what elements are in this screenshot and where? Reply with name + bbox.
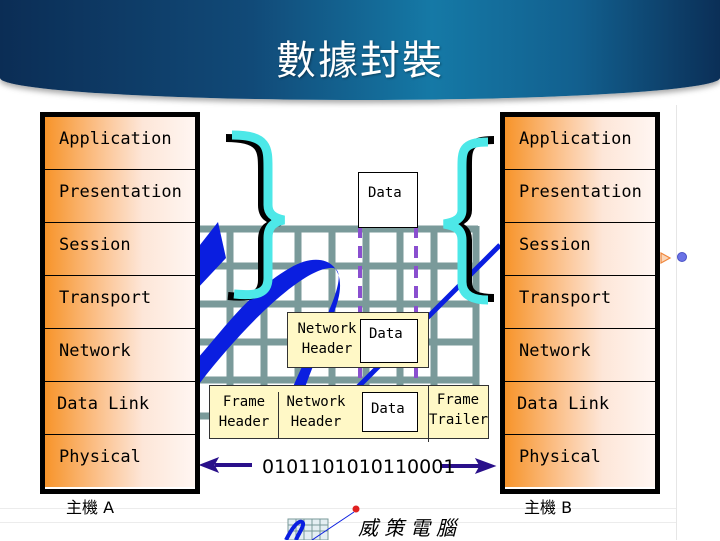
- layer-label: Application: [519, 129, 632, 149]
- bit-stream: 0101101010110001: [262, 456, 456, 478]
- host-a-label: 主機 A: [66, 498, 115, 517]
- host-a-layer-transport: Transport: [45, 276, 195, 329]
- host-b-layer-application: Application: [505, 117, 655, 170]
- brand-logo-icon: [284, 505, 360, 540]
- host-a-layer-presentation: Presentation: [45, 170, 195, 223]
- layer-label: Network: [519, 341, 591, 361]
- layer-label: Transport: [59, 288, 152, 308]
- brace-right-facing: [225, 130, 286, 301]
- layer-label: Data Link: [517, 394, 610, 414]
- layer-label: Application: [59, 129, 172, 149]
- host-a-stack: Application Presentation Session Transpo…: [40, 112, 200, 494]
- host-a-layer-data-link: Data Link: [45, 382, 195, 435]
- pointer-triangle-icon: [660, 251, 672, 265]
- layer-label: Session: [519, 235, 591, 255]
- layer-label: Session: [59, 235, 131, 255]
- host-a-layer-application: Application: [45, 117, 195, 170]
- frame: Frame Header Network Header Data Frame T…: [209, 385, 489, 442]
- frame-trailer-label: Frame Trailer: [428, 386, 488, 442]
- layer-label: Transport: [519, 288, 612, 308]
- network-packet: Network Header Data: [287, 312, 429, 368]
- host-b-layer-data-link: Data Link: [505, 382, 655, 435]
- host-b-layer-presentation: Presentation: [505, 170, 655, 223]
- layer-label: Physical: [519, 447, 601, 467]
- host-b-layer-physical: Physical: [505, 435, 655, 487]
- frame-data-box: Data: [362, 392, 418, 432]
- frame-network-header-label: Network Header: [286, 394, 346, 430]
- network-data-label: Data: [369, 326, 403, 342]
- host-b-stack: Application Presentation Session Transpo…: [500, 112, 660, 494]
- host-a-layer-session: Session: [45, 223, 195, 276]
- frame-data-label: Data: [371, 401, 405, 417]
- network-header-label: Network Header: [297, 321, 357, 357]
- host-b-layer-session: Session: [505, 223, 655, 276]
- host-a-layer-physical: Physical: [45, 435, 195, 487]
- frame-header-label: Frame Header: [210, 392, 279, 438]
- layer-label: Presentation: [519, 182, 642, 202]
- layer-label: Network: [59, 341, 131, 361]
- app-data-label: Data: [368, 185, 402, 201]
- app-data-box: Data: [358, 172, 418, 228]
- brace-left-facing: [443, 136, 495, 305]
- pointer-dot-icon: [677, 252, 687, 262]
- layer-label: Data Link: [57, 394, 150, 414]
- bit-arrow-left: [198, 457, 252, 473]
- network-data-box: Data: [360, 319, 418, 363]
- host-b-label: 主機 B: [524, 498, 573, 517]
- host-b-layer-network: Network: [505, 329, 655, 382]
- host-b-layer-transport: Transport: [505, 276, 655, 329]
- host-a-layer-network: Network: [45, 329, 195, 382]
- layer-label: Presentation: [59, 182, 182, 202]
- brand-name: 威策電腦: [358, 516, 462, 540]
- layer-label: Physical: [59, 447, 141, 467]
